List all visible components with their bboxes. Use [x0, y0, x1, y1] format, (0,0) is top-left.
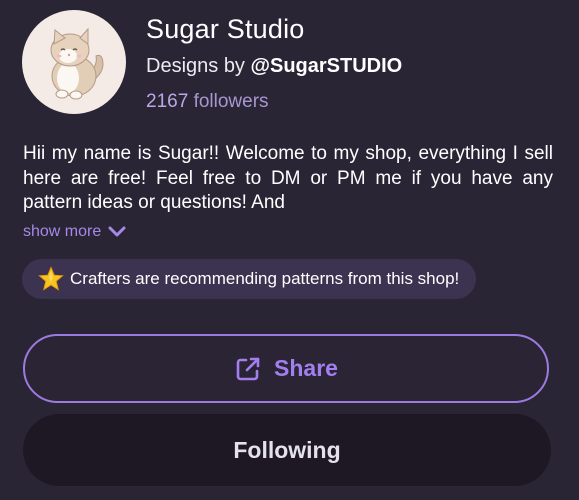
cat-avatar-icon [50, 27, 104, 100]
designs-by-prefix: Designs by [146, 55, 245, 77]
shop-bio: Hii my name is Sugar!! Welcome to my sho… [23, 143, 553, 213]
following-label: Following [233, 436, 341, 463]
share-external-icon [236, 357, 260, 380]
followers-count[interactable]: 2167 followers [146, 91, 269, 113]
designer-handle-link[interactable]: @SugarSTUDIO [251, 55, 403, 77]
recommendation-text: Crafters are recommending patterns from … [70, 269, 460, 288]
followers-label: followers [193, 91, 269, 112]
shop-avatar[interactable] [22, 10, 126, 114]
chevron-down-icon [108, 226, 126, 237]
designs-by-line: Designs by @SugarSTUDIO [146, 55, 402, 78]
recommendation-badge: Crafters are recommending patterns from … [22, 259, 477, 299]
show-more-button[interactable]: show more [23, 223, 127, 241]
star-icon [38, 266, 64, 291]
shop-name: Sugar Studio [146, 14, 305, 44]
followers-number: 2167 [146, 91, 189, 112]
share-button[interactable]: Share [23, 334, 549, 403]
show-more-label: show more [23, 223, 102, 240]
following-button[interactable]: Following [23, 414, 551, 486]
share-label: Share [274, 355, 338, 381]
